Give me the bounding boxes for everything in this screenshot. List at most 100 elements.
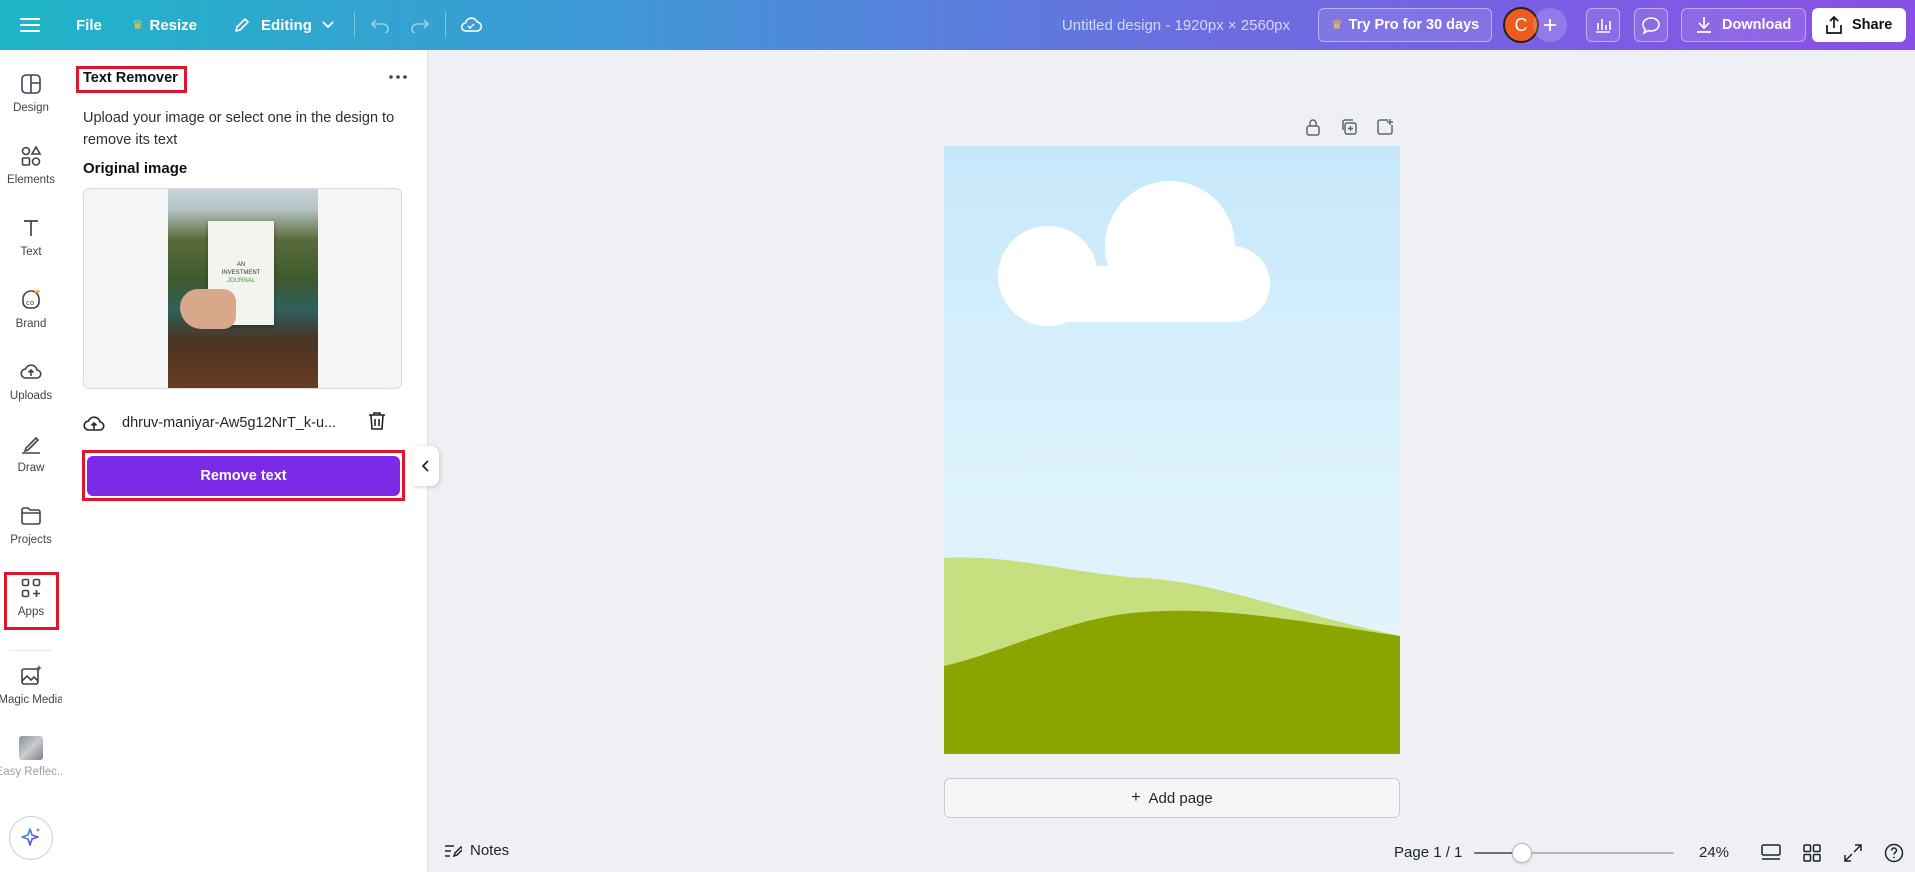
share-icon: [1826, 16, 1842, 34]
panel-description: Upload your image or select one in the d…: [83, 110, 395, 148]
rail-label: Magic Media: [0, 694, 64, 706]
page-view-icon[interactable]: [1758, 840, 1784, 866]
brand-icon: co: [22, 289, 40, 309]
collapse-panel-button[interactable]: [413, 446, 439, 486]
bottom-bar: Notes Page 1 / 1 24%: [428, 834, 1915, 872]
add-page-label: Add page: [1148, 789, 1213, 807]
cloud-upload-icon[interactable]: [83, 414, 105, 432]
rail-label: Elements: [7, 174, 55, 186]
svg-text:co: co: [26, 299, 34, 307]
rail-label: Easy Reflec...: [0, 766, 67, 778]
try-pro-button[interactable]: ♛ Try Pro for 30 days: [1318, 8, 1493, 42]
try-pro-label: Try Pro for 30 days: [1348, 17, 1480, 33]
zoom-slider-handle[interactable]: [1512, 843, 1532, 863]
rail-divider: [10, 650, 52, 651]
notes-button[interactable]: Notes: [444, 842, 509, 859]
resize-button[interactable]: ♛ Resize: [120, 8, 209, 42]
hand-in-photo: [180, 289, 236, 329]
cloud-upload-icon: [20, 364, 42, 379]
rail-item-text[interactable]: Text: [0, 216, 62, 278]
magic-assistant-button[interactable]: [9, 816, 53, 860]
editing-mode-button[interactable]: Editing: [221, 8, 346, 42]
text-remover-panel: Text Remover Upload your image or select…: [62, 50, 428, 872]
design-canvas[interactable]: [944, 146, 1400, 754]
sparkle-icon: [21, 828, 40, 846]
file-menu-button[interactable]: File: [64, 8, 114, 42]
add-collaborator-icon[interactable]: [1533, 8, 1567, 42]
shapes-icon: [21, 145, 42, 166]
toolbar-divider: [444, 12, 446, 38]
top-toolbar: File ♛ Resize Editing Untitled design - …: [0, 0, 1915, 50]
rail-item-projects[interactable]: Projects: [0, 504, 62, 566]
rail-item-magic-media[interactable]: Magic Media: [0, 664, 64, 726]
redo-icon[interactable]: [403, 8, 437, 42]
rail-label: Projects: [10, 534, 52, 546]
rail-item-design[interactable]: Design: [0, 72, 62, 134]
editing-label: Editing: [261, 16, 312, 34]
file-label: File: [76, 16, 102, 34]
rail-label: Draw: [17, 462, 45, 474]
landscape-illustration: [944, 181, 1400, 754]
panel-title-highlight: [76, 66, 187, 93]
add-page-icon[interactable]: [1374, 116, 1396, 138]
comment-icon[interactable]: [1634, 8, 1668, 42]
cloud-shape: [998, 181, 1270, 326]
plus-icon: +: [1131, 789, 1141, 806]
collaborators: C: [1503, 7, 1567, 43]
uploaded-photo: AN INVESTMENT JOURNAL: [168, 189, 318, 388]
undo-icon[interactable]: [363, 8, 397, 42]
help-icon[interactable]: [1881, 840, 1907, 866]
rail-item-easy-reflections[interactable]: Easy Reflec...: [0, 736, 66, 798]
add-page-button[interactable]: + Add page: [944, 778, 1400, 818]
crown-icon: ♛: [131, 17, 144, 32]
book-text-line: AN: [236, 262, 246, 268]
chevron-left-icon: [422, 460, 429, 472]
rail-item-brand[interactable]: co Brand: [0, 288, 62, 350]
crown-icon: ♛: [1331, 17, 1343, 32]
page-tools: [1302, 116, 1396, 138]
rail-item-elements[interactable]: Elements: [0, 144, 62, 206]
download-icon: [1696, 16, 1712, 34]
layout-icon: [21, 74, 41, 94]
book-text-line: INVESTMENT: [221, 270, 261, 276]
insights-icon[interactable]: [1586, 8, 1620, 42]
trash-icon[interactable]: [368, 411, 386, 435]
share-button[interactable]: Share: [1812, 8, 1907, 42]
resize-label: Resize: [149, 16, 198, 34]
notes-label: Notes: [470, 842, 510, 859]
fullscreen-icon[interactable]: [1840, 840, 1866, 866]
file-name: dhruv-maniyar-Aw5g12NrT_k-u...: [122, 415, 337, 431]
rail-item-uploads[interactable]: Uploads: [0, 360, 62, 422]
rail-item-draw[interactable]: Draw: [0, 432, 62, 494]
toolbar-divider: [353, 12, 355, 38]
cloud-save-icon[interactable]: [454, 8, 488, 42]
chevron-down-icon: [322, 21, 334, 29]
download-label: Download: [1722, 17, 1792, 33]
rail-label: Brand: [15, 318, 47, 330]
pencil-icon: [233, 16, 251, 34]
remove-button-highlight: [82, 450, 405, 501]
zoom-slider[interactable]: [1474, 843, 1674, 863]
more-options-icon[interactable]: [384, 64, 412, 90]
uploaded-file-row: dhruv-maniyar-Aw5g12NrT_k-u...: [83, 408, 403, 438]
share-label: Share: [1852, 17, 1893, 33]
original-image-preview[interactable]: AN INVESTMENT JOURNAL: [83, 188, 402, 389]
side-rail: Design Elements Text co Brand Uploads Dr…: [0, 50, 66, 872]
download-button[interactable]: Download: [1681, 8, 1807, 42]
rail-label: Text: [20, 246, 42, 258]
grid-view-icon[interactable]: [1799, 840, 1825, 866]
apps-highlight: [4, 572, 59, 630]
duplicate-page-icon[interactable]: [1338, 116, 1360, 138]
original-image-label: Original image: [83, 160, 188, 177]
text-icon: [24, 220, 38, 236]
lock-icon[interactable]: [1302, 116, 1324, 138]
menu-icon[interactable]: [13, 8, 47, 42]
draw-icon: [22, 436, 40, 454]
document-title[interactable]: Untitled design - 1920px × 2560px: [1040, 0, 1290, 50]
rail-label: Design: [13, 102, 49, 114]
page-count[interactable]: Page 1 / 1: [1394, 844, 1462, 861]
zoom-level[interactable]: 24%: [1699, 844, 1729, 861]
magic-media-icon: [21, 665, 42, 685]
book-text-line: JOURNAL: [226, 278, 255, 284]
rail-label: Uploads: [9, 390, 53, 402]
